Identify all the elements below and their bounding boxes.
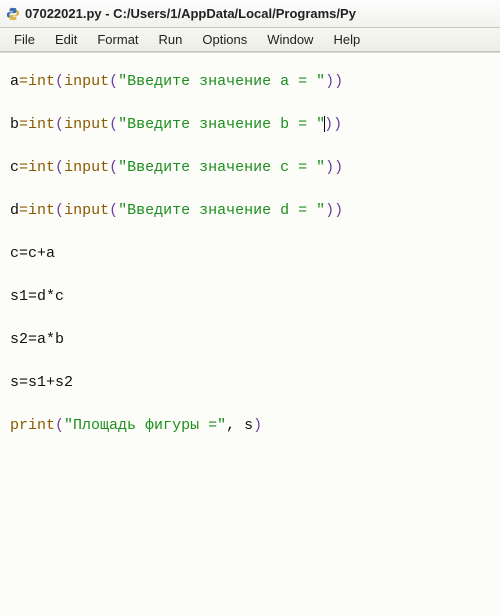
code-line: a=int(input("Введите значение а = ")) bbox=[10, 71, 490, 92]
var-b: b bbox=[10, 116, 19, 133]
menu-format[interactable]: Format bbox=[87, 30, 148, 49]
menu-bar: File Edit Format Run Options Window Help bbox=[0, 28, 500, 52]
string-literal: Введите значение b = bbox=[127, 116, 316, 133]
menu-help[interactable]: Help bbox=[323, 30, 370, 49]
string-literal: Площадь фигуры = bbox=[73, 417, 217, 434]
code-line: b=int(input("Введите значение b = ")) bbox=[10, 114, 490, 135]
var-d: d bbox=[10, 202, 19, 219]
var-a: a bbox=[10, 73, 19, 90]
code-line: c=int(input("Введите значение c = ")) bbox=[10, 157, 490, 178]
menu-options[interactable]: Options bbox=[192, 30, 257, 49]
var-c: c bbox=[10, 159, 19, 176]
code-line: s=s1+s2 bbox=[10, 372, 490, 393]
window-title: 07022021.py - C:/Users/1/AppData/Local/P… bbox=[25, 6, 356, 21]
builtin-input: input bbox=[64, 73, 109, 90]
code-line: s1=d*c bbox=[10, 286, 490, 307]
builtin-int: int bbox=[28, 73, 55, 90]
code-line: print("Площадь фигуры =", s) bbox=[10, 415, 490, 436]
title-bar: 07022021.py - C:/Users/1/AppData/Local/P… bbox=[0, 0, 500, 28]
code-line: c=c+a bbox=[10, 243, 490, 264]
menu-file[interactable]: File bbox=[4, 30, 45, 49]
menu-window[interactable]: Window bbox=[257, 30, 323, 49]
code-line: d=int(input("Введите значение d = ")) bbox=[10, 200, 490, 221]
string-literal: Введите значение d = bbox=[127, 202, 316, 219]
code-editor[interactable]: a=int(input("Введите значение а = ")) b=… bbox=[0, 52, 500, 616]
string-literal: Введите значение а = bbox=[127, 73, 316, 90]
code-line: s2=a*b bbox=[10, 329, 490, 350]
python-icon bbox=[6, 7, 20, 21]
menu-run[interactable]: Run bbox=[149, 30, 193, 49]
builtin-print: print bbox=[10, 417, 55, 434]
menu-edit[interactable]: Edit bbox=[45, 30, 87, 49]
string-literal: Введите значение c = bbox=[127, 159, 316, 176]
